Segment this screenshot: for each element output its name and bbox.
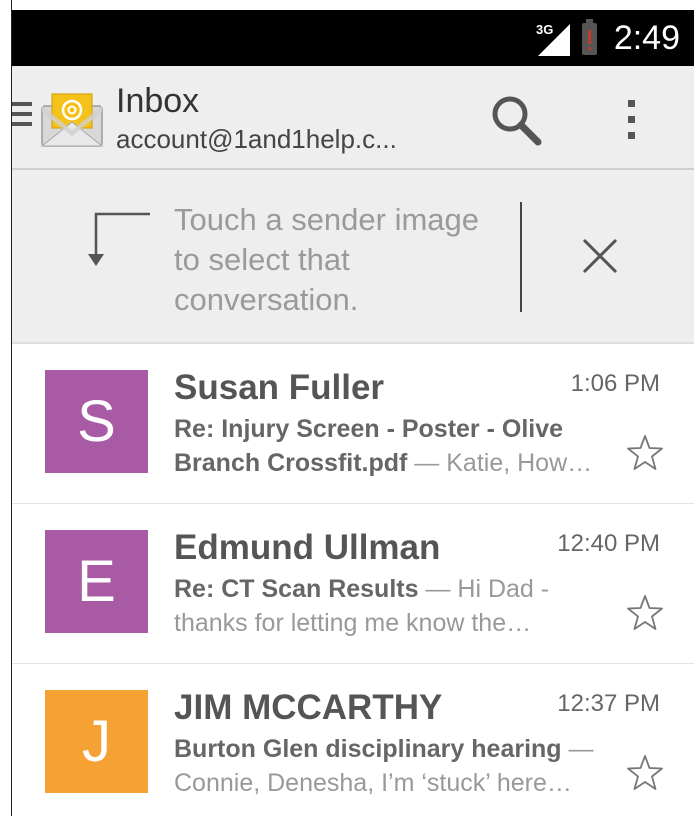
sender-avatar[interactable]: J <box>45 690 148 793</box>
preview-text: — Hi Dad - <box>418 575 550 603</box>
inbox-title[interactable]: Inbox <box>116 82 199 120</box>
tip-divider <box>520 202 522 312</box>
preview-text-cont: thanks for letting me know the… <box>174 609 532 637</box>
sender-avatar[interactable]: S <box>45 370 148 473</box>
status-bar: 3G 2:49 <box>12 10 694 66</box>
star-icon[interactable] <box>626 754 664 792</box>
sender-name: Edmund Ullman <box>174 528 441 567</box>
subject-text: Re: CT Scan Results <box>174 575 419 603</box>
overflow-menu-icon[interactable] <box>612 92 652 148</box>
conversation-item[interactable]: S Susan Fuller 1:06 PM Re: Injury Screen… <box>12 344 694 504</box>
action-bar: Inbox account@1and1help.c... <box>12 66 694 170</box>
message-time: 12:40 PM <box>557 530 660 557</box>
screen-edge <box>0 0 12 816</box>
sender-avatar[interactable]: E <box>45 530 148 633</box>
message-snippet: Re: CT Scan Results — Hi Dad - thanks fo… <box>174 572 614 640</box>
message-time: 12:37 PM <box>557 690 660 717</box>
tip-text: Touch a sender image to select that conv… <box>174 202 480 317</box>
account-label[interactable]: account@1and1help.c... <box>116 124 397 154</box>
preview-text: — Katie, How… <box>407 449 593 477</box>
sender-name: Susan Fuller <box>174 368 385 407</box>
email-app-icon[interactable] <box>40 92 104 148</box>
battery-icon <box>582 19 597 55</box>
message-snippet: Re: Injury Screen - Poster - Olive Branc… <box>174 412 614 480</box>
status-time: 2:49 <box>613 19 680 57</box>
menu-icon[interactable] <box>12 102 32 132</box>
conversation-list: S Susan Fuller 1:06 PM Re: Injury Screen… <box>12 344 694 816</box>
star-icon[interactable] <box>626 594 664 632</box>
star-icon[interactable] <box>626 434 664 472</box>
search-icon[interactable] <box>488 92 544 148</box>
device-frame: 3G 2:49 Inbox account@1and1help.c... Tou… <box>0 0 694 816</box>
preview-text: — <box>561 735 594 763</box>
conversation-item[interactable]: E Edmund Ullman 12:40 PM Re: CT Scan Res… <box>12 504 694 664</box>
message-snippet: Burton Glen disciplinary hearing — Conni… <box>174 732 614 800</box>
close-icon[interactable] <box>580 236 620 276</box>
subject-text: Burton Glen disciplinary hearing <box>174 735 562 763</box>
subject-text-cont: Branch Crossfit.pdf <box>174 449 408 477</box>
signal-icon <box>538 24 570 56</box>
screen: 3G 2:49 Inbox account@1and1help.c... Tou… <box>12 0 694 816</box>
message-time: 1:06 PM <box>570 370 660 397</box>
sender-name: JIM MCCARTHY <box>174 688 443 727</box>
arrow-down-icon <box>88 212 150 266</box>
subject-text: Re: Injury Screen - Poster - Olive <box>174 415 564 443</box>
conversation-item[interactable]: J JIM MCCARTHY 12:37 PM Burton Glen disc… <box>12 664 694 816</box>
preview-text-cont: Connie, Denesha, I’m ‘stuck’ here… <box>174 769 572 797</box>
tip-banner: Touch a sender image to select that conv… <box>12 170 694 344</box>
